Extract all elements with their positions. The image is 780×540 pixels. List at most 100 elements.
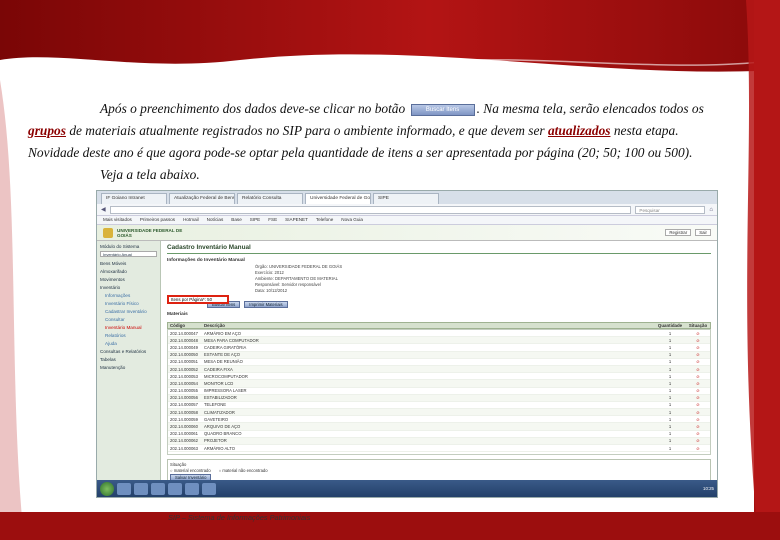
bookmark[interactable]: Hotmail [183, 217, 199, 223]
sidebar-item[interactable]: Bens Móveis [100, 261, 157, 266]
items-per-page-select[interactable]: Itens por Página*: 50 [167, 295, 229, 304]
table-row[interactable]: 202.14.000060 ARQUIVO DE AÇO 1 ⊘ [168, 423, 710, 431]
description-cell: MESA DE REUNIÃO [204, 359, 243, 365]
table-row[interactable]: 202.14.000061 QUADRO BRANCO 1 ⊘ [168, 431, 710, 438]
status-icon[interactable]: ⊘ [686, 424, 710, 429]
explorer-icon[interactable] [134, 482, 148, 495]
bookmark[interactable]: Telefone [316, 217, 333, 223]
table-row[interactable]: 202.14.000062 PROJETOR 1 ⊘ [168, 437, 710, 445]
excel-icon[interactable] [202, 482, 216, 495]
code-cell: 202.14.000063 [170, 445, 198, 451]
status-icon[interactable]: ⊘ [686, 331, 710, 336]
table-row[interactable]: 202.14.000048 MESA PARA COMPUTADOR 1 ⊘ [168, 337, 710, 345]
word-icon[interactable] [185, 482, 199, 495]
code-cell: 202.14.000062 [170, 438, 198, 444]
left-decor-band [0, 80, 24, 540]
browser-tab[interactable]: SIPE [373, 193, 439, 204]
table-row[interactable]: 202.14.000051 MESA DE REUNIÃO 1 ⊘ [168, 359, 710, 366]
bookmark[interactable]: FSE [268, 217, 277, 223]
radio-not-found[interactable]: ○ material não encontrado [219, 468, 268, 473]
bookmark[interactable]: SIPE [250, 217, 260, 223]
status-icon[interactable]: ⊘ [686, 431, 710, 436]
status-icon[interactable]: ⊘ [686, 438, 710, 443]
table-row[interactable]: 202.14.000057 TELEFONE 1 ⊘ [168, 402, 710, 410]
sidebar-item[interactable]: Ajuda [100, 341, 157, 346]
table-row[interactable]: 202.14.000054 MONITOR LCD 1 ⊘ [168, 380, 710, 388]
bookmark[interactable]: SIAPENET [285, 217, 308, 223]
status-icon[interactable]: ⊘ [686, 446, 710, 451]
status-icon[interactable]: ⊘ [686, 338, 710, 343]
code-cell: 202.14.000050 [170, 352, 198, 358]
imprimir-materiais-button[interactable]: Imprimir Materiais [244, 301, 288, 308]
browser-tab[interactable]: Atualização Federal de Bens [169, 193, 235, 204]
bookmark[interactable]: Primeiros passos [140, 217, 175, 223]
sidebar-item[interactable]: Tabelas [100, 357, 157, 362]
bookmark[interactable]: Notícias [207, 217, 224, 223]
status-icon[interactable]: ⊘ [686, 367, 710, 372]
status-icon[interactable]: ⊘ [686, 374, 710, 379]
status-icon[interactable]: ⊘ [686, 345, 710, 350]
status-icon[interactable]: ⊘ [686, 359, 710, 364]
table-row[interactable]: 202.14.000049 CADEIRA GIRATÓRIA 1 ⊘ [168, 344, 710, 352]
home-icon[interactable]: ⌂ [709, 207, 713, 213]
line4: Veja a tela abaixo. [100, 167, 200, 182]
back-icon[interactable]: ◀ [101, 206, 106, 213]
sidebar-item[interactable]: Manutenção [100, 365, 157, 370]
status-icon[interactable]: ⊘ [686, 352, 710, 357]
sidebar-item[interactable]: Movimentos [100, 277, 157, 282]
ie-icon[interactable] [117, 482, 131, 495]
line2-end: nesta etapa. [610, 123, 679, 138]
browser-tab-active[interactable]: Universidade Federal de Goiás [305, 193, 371, 204]
table-row[interactable]: 202.14.000056 ESTABILIZADOR 1 ⊘ [168, 394, 710, 402]
status-icon[interactable]: ⊘ [686, 417, 710, 422]
code-cell: 202.14.000061 [170, 431, 198, 437]
search-input[interactable]: Pesquisar [635, 205, 706, 214]
sidebar-item[interactable]: Relatórios [100, 333, 157, 338]
status-icon[interactable]: ⊘ [686, 402, 710, 407]
radio-found[interactable]: ○ material encontrado [170, 468, 211, 473]
start-button[interactable] [100, 481, 114, 496]
buscar-itens-inline-button: Buscar Itens [410, 103, 475, 116]
browser-tab[interactable]: Relatório Consulta [237, 193, 303, 204]
col-qty-header: Quantidade [657, 323, 683, 328]
sidebar-item[interactable]: Cadastrar Inventário [100, 309, 157, 314]
registrar-link[interactable]: Registrar [665, 229, 692, 236]
firefox-icon[interactable] [151, 482, 165, 495]
table-row[interactable]: 202.14.000052 CADEIRA FIXA 1 ⊘ [168, 365, 710, 374]
materials-table: 202.14.000047 ARMÁRIO EM AÇO 1 ⊘ 202.14.0000… [167, 329, 711, 455]
quantity-cell: 1 [668, 438, 672, 444]
table-row[interactable]: 202.14.000053 MICROCOMPUTADOR 1 ⊘ [168, 373, 710, 381]
status-icon[interactable]: ⊘ [686, 410, 710, 415]
table-row[interactable]: 202.14.000055 IMPRESSORA LASER 1 ⊘ [168, 388, 710, 395]
sidebar-item[interactable]: Consultas e Relatórios [100, 349, 157, 354]
bookmark[interactable]: Base [231, 217, 241, 223]
top-decor-band [0, 0, 780, 73]
table-row[interactable]: 202.14.000058 CLIMATIZADOR 1 ⊘ [168, 409, 710, 417]
sidebar-item[interactable]: Informações [100, 293, 157, 298]
browser-tab[interactable]: IF Goiano Intranet [101, 193, 167, 204]
quantity-cell: 1 [668, 416, 672, 422]
table-row[interactable]: 202.14.000059 GAVETEIRO 1 ⊘ [168, 416, 710, 424]
table-row[interactable]: 202.14.000050 ESTANTE DE AÇO 1 ⊘ [168, 351, 710, 359]
status-icon[interactable]: ⊘ [686, 395, 710, 400]
sidebar-item[interactable]: Inventário Físico [100, 301, 157, 306]
table-row[interactable]: 202.14.000047 ARMÁRIO EM AÇO 1 ⊘ [168, 330, 710, 338]
bookmark[interactable]: Nova Guia [341, 217, 363, 223]
table-row[interactable]: 202.14.000063 ARMÁRIO ALTO 1 ⊘ [168, 445, 710, 453]
form-row: Exercício: 2012 [255, 270, 284, 275]
sidebar-item[interactable]: Almoxarifado [100, 269, 157, 274]
url-input[interactable] [109, 205, 632, 214]
bookmark[interactable]: Mais visitados [103, 217, 132, 223]
description-cell: CADEIRA GIRATÓRIA [204, 344, 247, 350]
status-icon[interactable]: ⊘ [686, 388, 710, 393]
sidebar-item[interactable]: Inventário [100, 285, 157, 290]
word-grupos: grupos [28, 123, 66, 138]
module-select[interactable]: Inventário Anual [100, 251, 157, 257]
media-icon[interactable] [168, 482, 182, 495]
main-content: Cadastro Inventário Manual Informações d… [161, 241, 717, 485]
status-icon[interactable]: ⊘ [686, 381, 710, 386]
windows-taskbar: 10:25 [97, 480, 717, 497]
sidebar-item-active[interactable]: Inventário Manual [100, 325, 157, 330]
sair-link[interactable]: Sair [695, 229, 711, 236]
sidebar-item[interactable]: Consultar [100, 317, 157, 322]
